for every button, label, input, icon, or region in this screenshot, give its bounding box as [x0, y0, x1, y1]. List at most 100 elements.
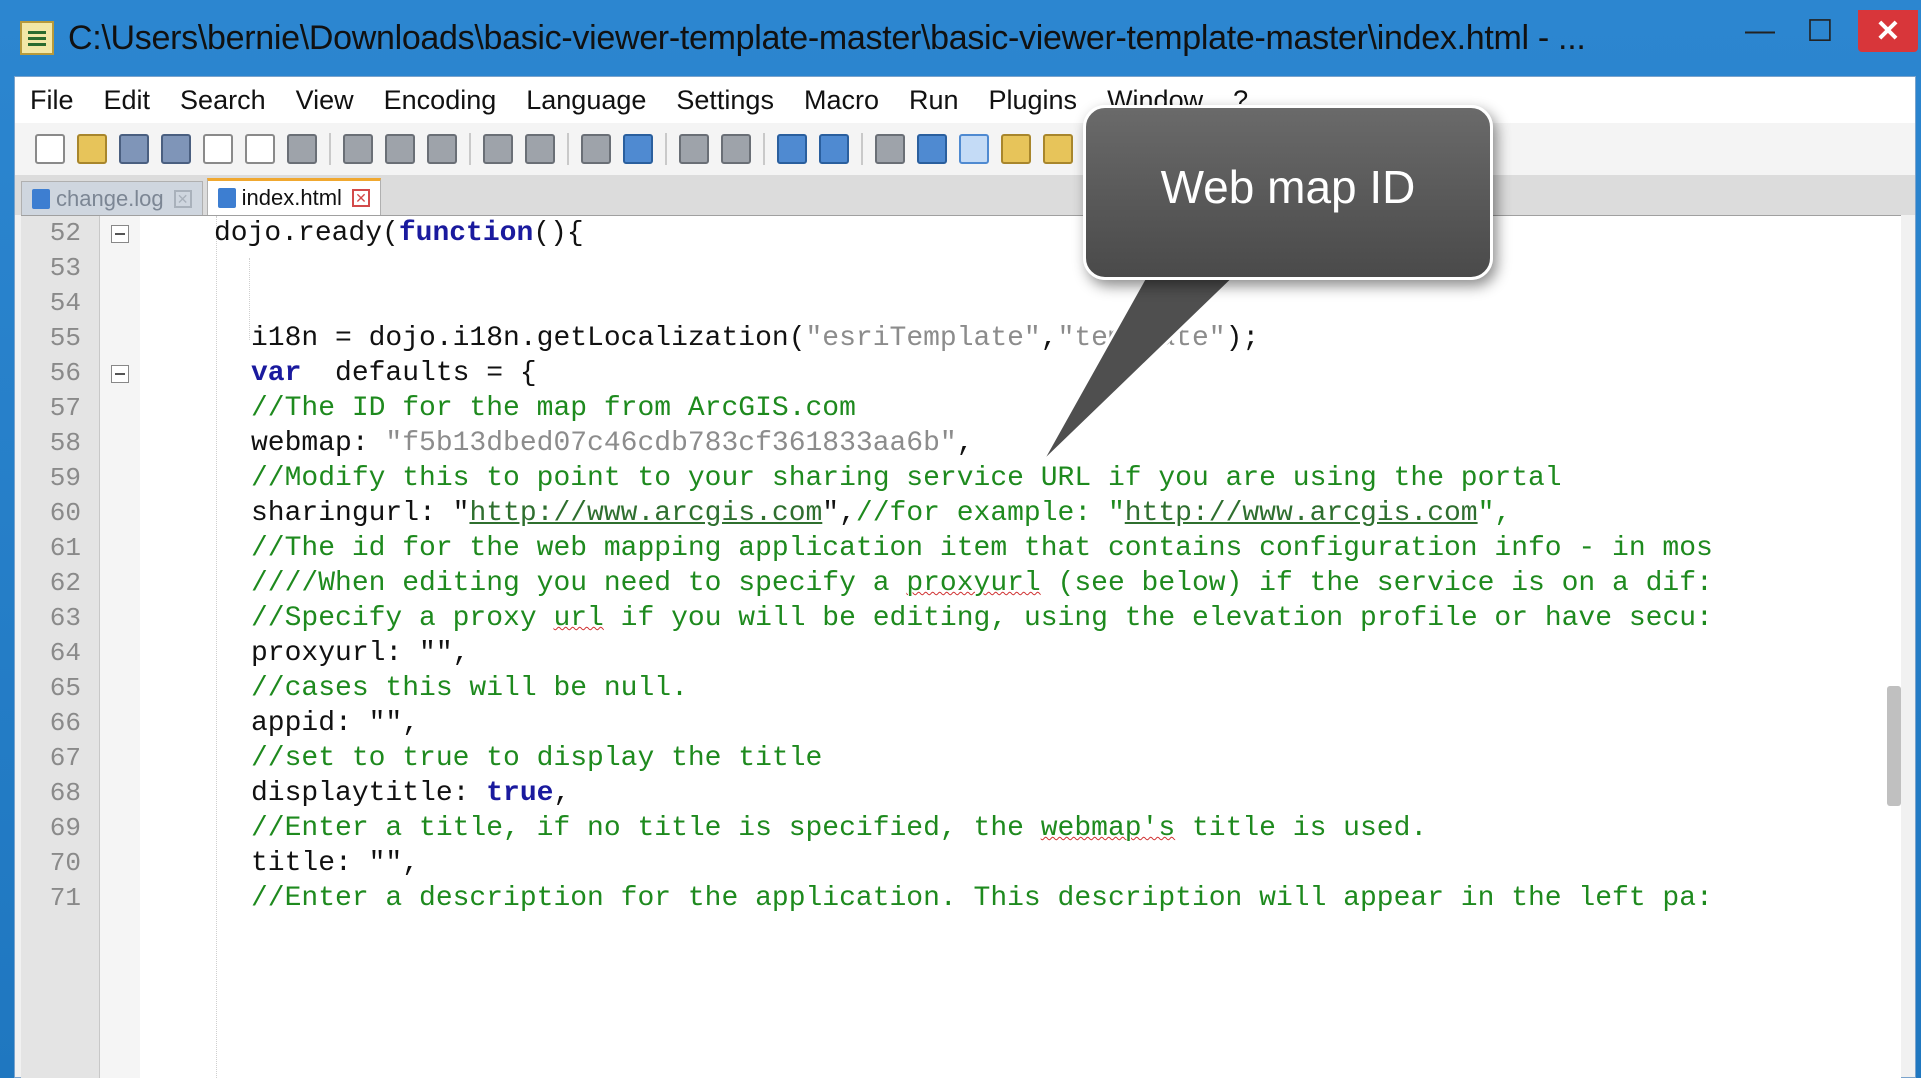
line-number: 62 [49, 568, 81, 598]
code-line: 60 sharingurl: "http://www.arcgis.com",/… [21, 496, 1901, 531]
line-number: 66 [49, 708, 81, 738]
code-text: proxyurl: "", [251, 638, 470, 669]
close-file-icon[interactable] [203, 134, 233, 164]
line-number: 60 [49, 498, 81, 528]
doc-map-icon[interactable] [1001, 134, 1031, 164]
show-all-characters-icon[interactable] [917, 134, 947, 164]
code-line: 62 ////When editing you need to specify … [21, 566, 1901, 601]
save-all-icon[interactable] [161, 134, 191, 164]
find-icon[interactable] [581, 134, 611, 164]
code-text: //Modify this to point to your sharing s… [251, 463, 1562, 494]
menu-edit[interactable]: Edit [89, 85, 166, 116]
code-line: 57 //The ID for the map from ArcGIS.com [21, 391, 1901, 426]
url-link: http://www.arcgis.com [1124, 498, 1478, 529]
url-link: http://www.arcgis.com [469, 498, 823, 529]
code-line: 52 dojo.ready(function(){ [21, 216, 1901, 251]
save-icon[interactable] [119, 134, 149, 164]
code-text: //set to true to display the title [251, 743, 823, 774]
tab-label: change.log [56, 185, 164, 211]
code-text: sharingurl: "http://www.arcgis.com",//fo… [251, 498, 1512, 529]
menu-file[interactable]: File [15, 85, 89, 116]
maximize-button[interactable]: ☐ [1790, 10, 1850, 52]
paste-icon[interactable] [427, 134, 457, 164]
notepad-app-icon[interactable] [20, 21, 54, 55]
code-editor[interactable]: 52 dojo.ready(function(){ 53 54 55 i18n … [21, 215, 1901, 1078]
code-line: 66 appid: "", [21, 706, 1901, 741]
redo-icon[interactable] [525, 134, 555, 164]
code-text: //Specify a proxy url if you will be edi… [251, 603, 1713, 634]
line-number: 67 [49, 743, 81, 773]
code-line: 67 //set to true to display the title [21, 741, 1901, 776]
vertical-scrollbar-thumb[interactable] [1887, 686, 1901, 806]
close-all-icon[interactable] [245, 134, 275, 164]
line-number: 57 [49, 393, 81, 423]
code-line: 65 //cases this will be null. [21, 671, 1901, 706]
line-number: 55 [49, 323, 81, 353]
code-line: 53 [21, 251, 1901, 286]
menu-settings[interactable]: Settings [661, 85, 789, 116]
zoom-out-icon[interactable] [721, 134, 751, 164]
indent-guide-icon[interactable] [959, 134, 989, 164]
line-number: 54 [49, 288, 81, 318]
fold-toggle-icon[interactable] [111, 365, 129, 383]
editor-window: C:\Users\bernie\Downloads\basic-viewer-t… [0, 0, 1921, 1078]
code-text: dojo.ready(function(){ [214, 218, 584, 249]
code-line: 64 proxyurl: "", [21, 636, 1901, 671]
new-file-icon[interactable] [35, 134, 65, 164]
line-number: 65 [49, 673, 81, 703]
webmap-id-value: "f5b13dbed07c46cdb783cf361833aa6b" [385, 428, 957, 459]
code-text: appid: "", [251, 708, 420, 739]
line-number: 59 [49, 463, 81, 493]
function-list-icon[interactable] [1043, 134, 1073, 164]
line-number: 56 [49, 358, 81, 388]
code-line: 56 var defaults = { [21, 356, 1901, 391]
tab-close-icon[interactable]: ✕ [173, 189, 192, 208]
toolbar [15, 123, 1915, 175]
menu-bar: File Edit Search View Encoding Language … [15, 77, 1915, 123]
line-number: 64 [49, 638, 81, 668]
fold-toggle-icon[interactable] [111, 225, 129, 243]
code-text: //The id for the web mapping application… [251, 533, 1713, 564]
code-line: 71 //Enter a description for the applica… [21, 881, 1901, 916]
line-number: 58 [49, 428, 81, 458]
menu-language[interactable]: Language [511, 85, 661, 116]
code-line: 55 i18n = dojo.i18n.getLocalization("esr… [21, 321, 1901, 356]
menu-plugins[interactable]: Plugins [974, 85, 1093, 116]
code-line: 58 webmap: "f5b13dbed07c46cdb783cf361833… [21, 426, 1901, 461]
sync-vertical-icon[interactable] [777, 134, 807, 164]
print-icon[interactable] [287, 134, 317, 164]
open-file-icon[interactable] [77, 134, 107, 164]
toolbar-separator [665, 133, 667, 165]
menu-encoding[interactable]: Encoding [369, 85, 512, 116]
sync-horizontal-icon[interactable] [819, 134, 849, 164]
menu-run[interactable]: Run [894, 85, 974, 116]
zoom-in-icon[interactable] [679, 134, 709, 164]
line-number: 70 [49, 848, 81, 878]
line-number: 52 [49, 218, 81, 248]
code-line: 59 //Modify this to point to your sharin… [21, 461, 1901, 496]
code-line: 63 //Specify a proxy url if you will be … [21, 601, 1901, 636]
minimize-button[interactable]: — [1730, 10, 1790, 52]
tab-change-log[interactable]: change.log ✕ [21, 181, 203, 215]
code-text: //Enter a title, if no title is specifie… [251, 813, 1428, 844]
toolbar-separator [469, 133, 471, 165]
title-bar[interactable]: C:\Users\bernie\Downloads\basic-viewer-t… [0, 0, 1921, 76]
code-text: var defaults = { [251, 358, 537, 389]
menu-search[interactable]: Search [165, 85, 281, 116]
tab-close-icon[interactable]: ✕ [351, 189, 370, 207]
replace-icon[interactable] [623, 134, 653, 164]
word-wrap-icon[interactable] [875, 134, 905, 164]
menu-view[interactable]: View [281, 85, 369, 116]
tab-index-html[interactable]: index.html ✕ [206, 178, 381, 215]
menu-macro[interactable]: Macro [789, 85, 894, 116]
line-number: 63 [49, 603, 81, 633]
line-number: 69 [49, 813, 81, 843]
code-line: 54 [21, 286, 1901, 321]
undo-icon[interactable] [483, 134, 513, 164]
toolbar-separator [763, 133, 765, 165]
code-text: //cases this will be null. [251, 673, 688, 704]
close-button[interactable]: ✕ [1858, 10, 1918, 52]
line-number: 53 [49, 253, 81, 283]
copy-icon[interactable] [385, 134, 415, 164]
cut-icon[interactable] [343, 134, 373, 164]
